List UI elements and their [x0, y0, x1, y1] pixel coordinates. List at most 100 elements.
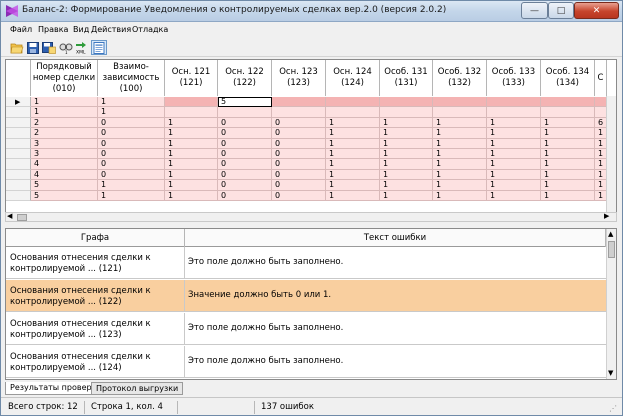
row-header[interactable] [6, 190, 31, 201]
grid-cell[interactable]: 1 [165, 169, 218, 181]
grid-cell[interactable]: 2 [31, 117, 98, 129]
grid-cell[interactable]: 0 [272, 190, 326, 201]
maximize-button[interactable]: □ [548, 2, 574, 19]
grid-cell[interactable] [165, 107, 218, 118]
grid-cell[interactable]: 0 [98, 169, 165, 181]
row-header[interactable] [6, 180, 31, 191]
grid-row[interactable]: 40100111111 [6, 169, 616, 181]
save-button[interactable] [25, 40, 41, 55]
scroll-thumb[interactable] [17, 214, 27, 221]
grid-cell[interactable] [380, 97, 433, 108]
grid-col-header-4[interactable]: Осн. 123 (123) [272, 60, 326, 96]
grid-cell[interactable]: 1 [487, 190, 541, 201]
grid-cell[interactable] [433, 107, 487, 118]
row-header[interactable] [6, 159, 31, 170]
grid-col-header-9[interactable]: Особ. 134 (134) [541, 60, 595, 96]
grid-cell[interactable]: 1 [487, 138, 541, 149]
grid-row[interactable]: 20100111116 [6, 117, 616, 129]
grid-cell[interactable]: 0 [272, 180, 326, 191]
grid-cell[interactable]: 1 [541, 190, 595, 201]
grid-cell[interactable] [541, 97, 595, 108]
grid-cell[interactable]: 5 [31, 180, 98, 191]
grid-cell[interactable]: 0 [272, 149, 326, 160]
grid-cell[interactable]: 0 [218, 138, 272, 149]
grid-cell[interactable] [380, 107, 433, 118]
grid-cell[interactable]: 0 [218, 180, 272, 191]
grid-cell[interactable]: 1 [380, 149, 433, 160]
grid-cell[interactable]: 4 [31, 159, 98, 170]
row-header[interactable] [6, 169, 31, 181]
title-bar[interactable]: Баланс-2: Формирование Уведомления о кон… [1, 1, 622, 22]
grid-cell[interactable] [541, 107, 595, 118]
grid-cell[interactable]: 1 [326, 159, 380, 170]
grid-cell[interactable]: 1 [326, 128, 380, 139]
grid-row[interactable]: 20100111111 [6, 128, 616, 139]
grid-cell[interactable]: 1 [541, 149, 595, 160]
grid-cell[interactable]: 1 [326, 169, 380, 181]
grid-cell[interactable]: 0 [272, 117, 326, 129]
grid-row[interactable]: ▶ 1 1 5 [6, 97, 616, 108]
grid-cell[interactable]: 0 [98, 117, 165, 129]
grid-cell[interactable]: 0 [98, 149, 165, 160]
grid-cell[interactable]: 1 [541, 159, 595, 170]
grid-cell[interactable]: 1 [380, 180, 433, 191]
grid-cell[interactable]: 0 [218, 190, 272, 201]
grid-cell[interactable]: 5 [31, 190, 98, 201]
grid-cell[interactable] [218, 107, 272, 118]
grid-cell[interactable]: 1 [487, 149, 541, 160]
grid-col-header-6[interactable]: Особ. 131 (131) [380, 60, 433, 96]
grid-cell[interactable]: 0 [272, 159, 326, 170]
grid-cell[interactable]: 0 [98, 138, 165, 149]
grid-vertical-scrollbar[interactable] [606, 96, 616, 213]
grid-cell[interactable]: 0 [218, 128, 272, 139]
error-row[interactable]: Основания отнесения сделки к контролируе… [6, 280, 606, 312]
grid-cell[interactable]: 1 [433, 169, 487, 181]
grid-cell[interactable] [433, 97, 487, 108]
grid-cell[interactable]: 1 [487, 180, 541, 191]
errors-col-text[interactable]: Текст ошибки [185, 229, 606, 247]
resize-grip-icon[interactable]: ⋰ [609, 404, 617, 413]
grid-cell[interactable] [326, 97, 380, 108]
grid-cell[interactable] [165, 97, 218, 108]
grid-row[interactable]: 51100111111 [6, 190, 616, 201]
grid-cell[interactable]: 1 [487, 117, 541, 129]
deals-grid[interactable]: Порядковый номер сделки (010) Взаимо- зав… [5, 59, 617, 222]
scroll-left-icon[interactable]: ◀ [7, 212, 12, 220]
grid-cell[interactable]: 5 [218, 97, 272, 108]
grid-cell[interactable]: 1 [433, 117, 487, 129]
current-row-arrow-icon[interactable]: ▶ [6, 97, 31, 108]
grid-cell[interactable]: 0 [218, 169, 272, 181]
grid-cell[interactable]: 1 [541, 138, 595, 149]
grid-col-header-5[interactable]: Осн. 124 (124) [326, 60, 380, 96]
grid-cell[interactable]: 3 [31, 138, 98, 149]
errors-scroll-thumb[interactable] [608, 241, 615, 258]
grid-col-header-10[interactable]: С [595, 60, 607, 96]
document-view-button[interactable] [91, 40, 107, 55]
menu-edit[interactable]: Правка [38, 25, 68, 34]
grid-cell[interactable]: 1 [433, 180, 487, 191]
tab-export-log[interactable]: Протокол выгрузки [91, 382, 184, 395]
grid-cell[interactable]: 1 [98, 190, 165, 201]
grid-col-header-0[interactable]: Порядковый номер сделки (010) [31, 60, 98, 96]
grid-col-header-2[interactable]: Осн. 121 (121) [165, 60, 218, 96]
grid-row[interactable]: 30100111111 [6, 138, 616, 149]
grid-cell[interactable]: 1 [165, 128, 218, 139]
grid-cell[interactable] [272, 97, 326, 108]
grid-cell[interactable]: 1 [433, 159, 487, 170]
grid-cell[interactable]: 2 [31, 128, 98, 139]
grid-row[interactable]: 11 [6, 107, 616, 118]
error-row[interactable]: Основания отнесения сделки к контролируе… [6, 247, 606, 279]
grid-cell[interactable]: 1 [380, 138, 433, 149]
menu-view[interactable]: Вид [73, 25, 89, 34]
grid-cell[interactable]: 1 [31, 97, 98, 108]
grid-cell[interactable]: 1 [165, 138, 218, 149]
menu-file[interactable]: Файл [10, 25, 32, 34]
close-button[interactable]: ✕ [574, 2, 619, 19]
row-header[interactable] [6, 149, 31, 160]
grid-cell[interactable]: 0 [272, 169, 326, 181]
grid-cell[interactable]: 0 [218, 159, 272, 170]
grid-cell[interactable]: 1 [541, 117, 595, 129]
row-header[interactable] [6, 117, 31, 129]
grid-cell[interactable] [487, 97, 541, 108]
grid-cell[interactable]: 1 [487, 169, 541, 181]
